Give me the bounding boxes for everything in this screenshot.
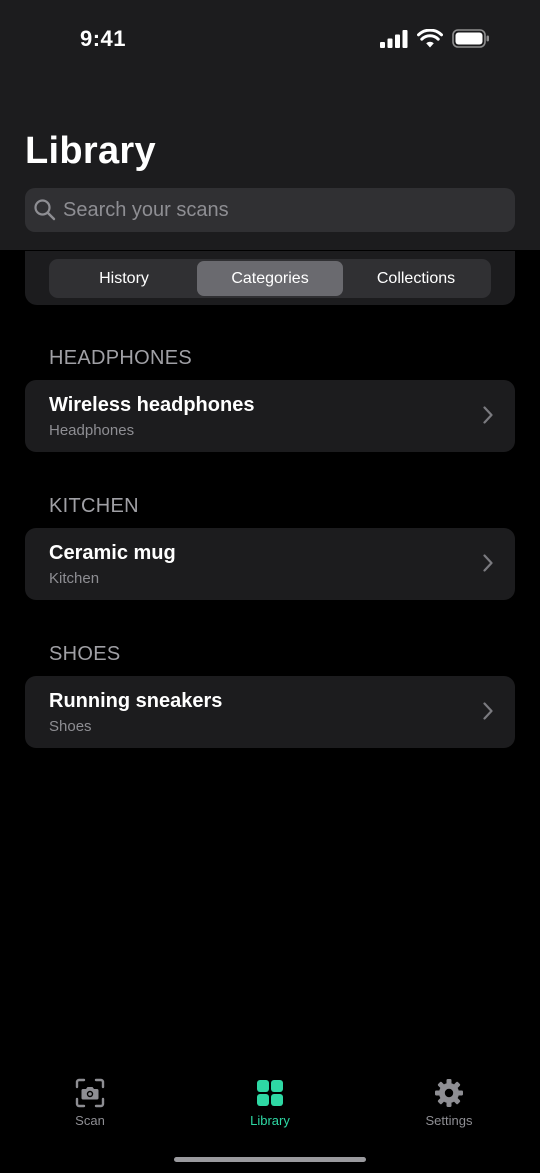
tab-label: Scan [75,1113,105,1128]
home-indicator [174,1157,366,1162]
section-header-shoes: SHOES [49,643,121,665]
list-item-running-sneakers[interactable]: Running sneakers Shoes [25,676,515,748]
section-header-kitchen: KITCHEN [49,495,139,517]
page-title: Library [25,130,156,172]
gear-icon [435,1079,463,1107]
tab-label: Library [250,1113,290,1128]
segmented-control: History Categories Collections [49,259,491,298]
tab-label: Settings [425,1113,473,1128]
chevron-right-icon [483,406,493,424]
status-icons [380,29,490,48]
chevron-right-icon [483,702,493,720]
camera-icon [75,1078,105,1108]
chevron-right-icon [483,554,493,572]
segmented-control-container: History Categories Collections [25,251,515,305]
section-header-headphones: HEADPHONES [49,347,193,369]
item-title: Running sneakers [49,690,223,712]
segment-categories[interactable]: Categories [197,261,343,296]
list-item-ceramic-mug[interactable]: Ceramic mug Kitchen [25,528,515,600]
search-icon [34,199,56,221]
tab-settings[interactable]: Settings [399,1078,499,1128]
tab-library[interactable]: Library [220,1078,320,1128]
cellular-signal-icon [380,29,408,48]
item-subtitle: Shoes [49,718,92,735]
status-time: 9:41 [80,26,127,51]
wifi-icon [417,29,443,48]
item-subtitle: Kitchen [49,570,100,587]
segment-collections[interactable]: Collections [343,261,489,296]
status-bar: 9:41 [0,0,540,80]
grid-icon [257,1080,283,1106]
segment-history[interactable]: History [51,261,197,296]
item-subtitle: Headphones [49,422,135,439]
tab-scan[interactable]: Scan [40,1078,140,1128]
item-title: Ceramic mug [49,542,176,564]
search-bar[interactable] [25,188,515,232]
search-input[interactable] [63,198,493,222]
item-title: Wireless headphones [49,394,255,416]
battery-icon [452,29,489,48]
list-item-wireless-headphones[interactable]: Wireless headphones Headphones [25,380,515,452]
